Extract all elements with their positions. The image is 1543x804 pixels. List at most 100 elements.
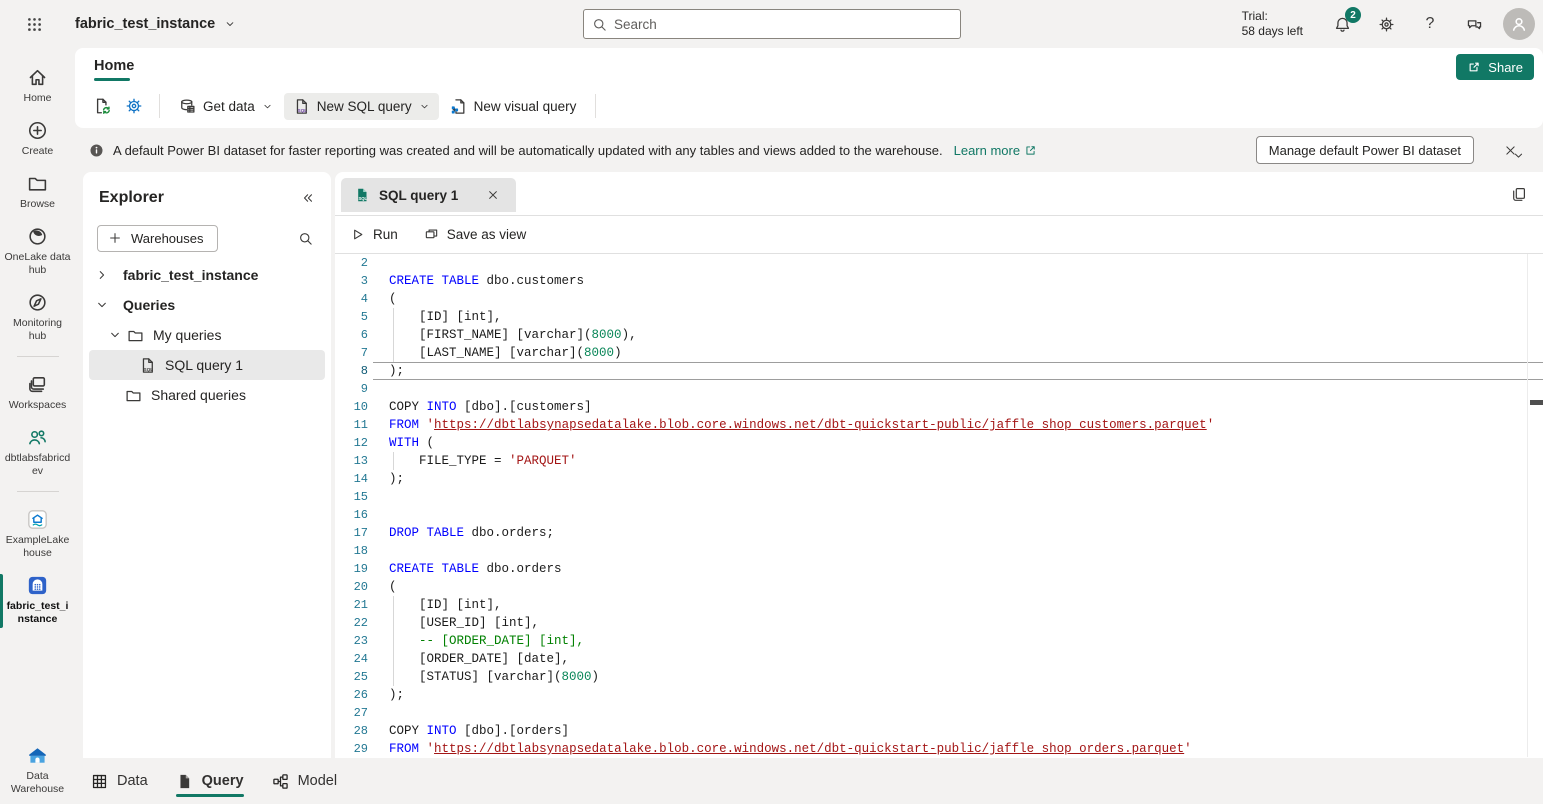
code-line[interactable]: 9 xyxy=(335,380,1543,398)
view-tab-data[interactable]: Data xyxy=(91,758,148,804)
manage-default-dataset-button[interactable]: Manage default Power BI dataset xyxy=(1256,136,1474,164)
close-tab-button[interactable] xyxy=(483,185,503,205)
code-line[interactable]: 24 [ORDER_DATE] [date], xyxy=(335,650,1543,668)
rail-item-fabric-test-instance[interactable]: fabric_test_instance xyxy=(0,568,75,634)
code-text: -- [ORDER_DATE] [int], xyxy=(385,634,584,648)
banner-close-button[interactable] xyxy=(1495,135,1525,165)
rail-item-onelake-data-hub[interactable]: OneLake data hub xyxy=(0,219,75,285)
learn-more-link[interactable]: Learn more xyxy=(954,143,1037,158)
code-line[interactable]: 17DROP TABLE dbo.orders; xyxy=(335,524,1543,542)
line-number: 7 xyxy=(335,344,385,362)
tree-item-queries[interactable]: Queries xyxy=(83,290,331,320)
chevron-down-icon[interactable] xyxy=(108,328,122,342)
code-line[interactable]: 11FROM 'https://dbtlabsynapsedatalake.bl… xyxy=(335,416,1543,434)
workspace-switcher[interactable]: fabric_test_instance xyxy=(75,16,236,32)
get-data-label: Get data xyxy=(203,99,255,114)
code-text xyxy=(385,256,389,270)
sql-query-tab[interactable]: SQL SQL query 1 xyxy=(341,178,516,212)
code-line[interactable]: 16 xyxy=(335,506,1543,524)
code-editor[interactable]: 23CREATE TABLE dbo.customers4(5 [ID] [in… xyxy=(335,254,1543,757)
view-tab-label: Query xyxy=(202,773,244,789)
code-line[interactable]: 6 [FIRST_NAME] [varchar](8000), xyxy=(335,326,1543,344)
tree-item-fabric-test-instance[interactable]: fabric_test_instance xyxy=(83,260,331,290)
code-line[interactable]: 28COPY INTO [dbo].[orders] xyxy=(335,722,1543,740)
chevron-down-icon xyxy=(262,101,273,112)
tree-item-my-queries[interactable]: My queries xyxy=(83,320,331,350)
code-line[interactable]: 15 xyxy=(335,488,1543,506)
code-line[interactable]: 14); xyxy=(335,470,1543,488)
warehouse-settings-button[interactable] xyxy=(119,91,149,121)
account-avatar[interactable] xyxy=(1503,8,1535,40)
copy-button[interactable] xyxy=(1508,183,1530,205)
tree-item-sql-query-1[interactable]: SQLSQL query 1 xyxy=(89,350,325,380)
code-line[interactable]: 8); xyxy=(335,362,1543,380)
code-line[interactable]: 27 xyxy=(335,704,1543,722)
rail-item-home[interactable]: Home xyxy=(0,60,75,113)
save-as-view-button[interactable]: Save as view xyxy=(424,227,527,242)
feedback-button[interactable] xyxy=(1459,9,1489,39)
code-line[interactable]: 7 [LAST_NAME] [varchar](8000) xyxy=(335,344,1543,362)
add-warehouses-button[interactable]: Warehouses xyxy=(97,225,218,252)
tab-home[interactable]: Home xyxy=(83,51,145,81)
settings-button[interactable] xyxy=(1371,9,1401,39)
search-input[interactable] xyxy=(614,17,952,32)
code-lines: 23CREATE TABLE dbo.customers4(5 [ID] [in… xyxy=(335,254,1543,757)
rail-item-data-warehouse[interactable]: Data Warehouse xyxy=(0,738,75,804)
line-number: 16 xyxy=(335,506,385,524)
code-line[interactable]: 12WITH ( xyxy=(335,434,1543,452)
code-text xyxy=(385,544,389,558)
code-line[interactable]: 5 [ID] [int], xyxy=(335,308,1543,326)
code-line[interactable]: 23 -- [ORDER_DATE] [int], xyxy=(335,632,1543,650)
code-text xyxy=(385,382,389,396)
rail-item-create[interactable]: Create xyxy=(0,113,75,166)
code-line[interactable]: 19CREATE TABLE dbo.orders xyxy=(335,560,1543,578)
chevron-down-icon[interactable] xyxy=(95,298,109,312)
code-text: [STATUS] [varchar](8000) xyxy=(385,670,599,684)
code-line[interactable]: 25 [STATUS] [varchar](8000) xyxy=(335,668,1543,686)
notifications-button[interactable]: 2 xyxy=(1327,9,1357,39)
splitter-handle[interactable] xyxy=(1530,400,1543,405)
code-line[interactable]: 2 xyxy=(335,254,1543,272)
code-text: [ID] [int], xyxy=(385,598,502,612)
active-tab-indicator xyxy=(176,794,244,797)
model-icon xyxy=(272,773,289,790)
rail-item-monitoring-hub[interactable]: Monitoring hub xyxy=(0,285,75,351)
view-tab-label: Data xyxy=(117,773,148,789)
code-line[interactable]: 18 xyxy=(335,542,1543,560)
share-button[interactable]: Share xyxy=(1456,54,1534,80)
view-tab-query[interactable]: Query xyxy=(176,758,244,804)
rail-item-workspaces[interactable]: Workspaces xyxy=(0,367,75,420)
tree-item-shared-queries[interactable]: Shared queries xyxy=(83,380,331,410)
get-data-button[interactable]: Get data xyxy=(170,93,282,120)
code-line[interactable]: 22 [USER_ID] [int], xyxy=(335,614,1543,632)
code-line[interactable]: 29FROM 'https://dbtlabsynapsedatalake.bl… xyxy=(335,740,1543,757)
code-line[interactable]: 13 FILE_TYPE = 'PARQUET' xyxy=(335,452,1543,470)
info-banner: A default Power BI dataset for faster re… xyxy=(75,128,1543,172)
collapse-explorer-button[interactable] xyxy=(295,185,321,211)
code-line[interactable]: 20( xyxy=(335,578,1543,596)
new-sql-query-button[interactable]: SQL New SQL query xyxy=(284,93,439,120)
indent-guide xyxy=(393,452,394,470)
rail-item-browse[interactable]: Browse xyxy=(0,166,75,219)
code-line[interactable]: 26); xyxy=(335,686,1543,704)
info-icon xyxy=(89,143,104,158)
app-launcher-button[interactable] xyxy=(17,7,51,41)
code-line[interactable]: 21 [ID] [int], xyxy=(335,596,1543,614)
global-search[interactable] xyxy=(583,9,961,39)
run-button[interactable]: Run xyxy=(350,227,398,242)
rail-item-dbtlabsfabricdev[interactable]: dbtlabsfabricdev xyxy=(0,420,75,486)
new-visual-query-button[interactable]: New visual query xyxy=(441,93,586,120)
indent-guide xyxy=(393,308,394,326)
editor-scrollbar[interactable] xyxy=(1527,254,1528,757)
code-line[interactable]: 4( xyxy=(335,290,1543,308)
chevron-right-icon[interactable] xyxy=(95,268,109,282)
rail-item-label: fabric_test_instance xyxy=(4,600,72,626)
help-button[interactable]: ? xyxy=(1415,9,1445,39)
view-tab-model[interactable]: Model xyxy=(272,758,338,804)
explorer-search-button[interactable] xyxy=(291,224,319,252)
new-report-button[interactable] xyxy=(87,91,117,121)
code-line[interactable]: 10COPY INTO [dbo].[customers] xyxy=(335,398,1543,416)
code-line[interactable]: 3CREATE TABLE dbo.customers xyxy=(335,272,1543,290)
share-icon xyxy=(1467,60,1481,74)
rail-item-examplelakehouse[interactable]: ExampleLakehouse xyxy=(0,502,75,568)
